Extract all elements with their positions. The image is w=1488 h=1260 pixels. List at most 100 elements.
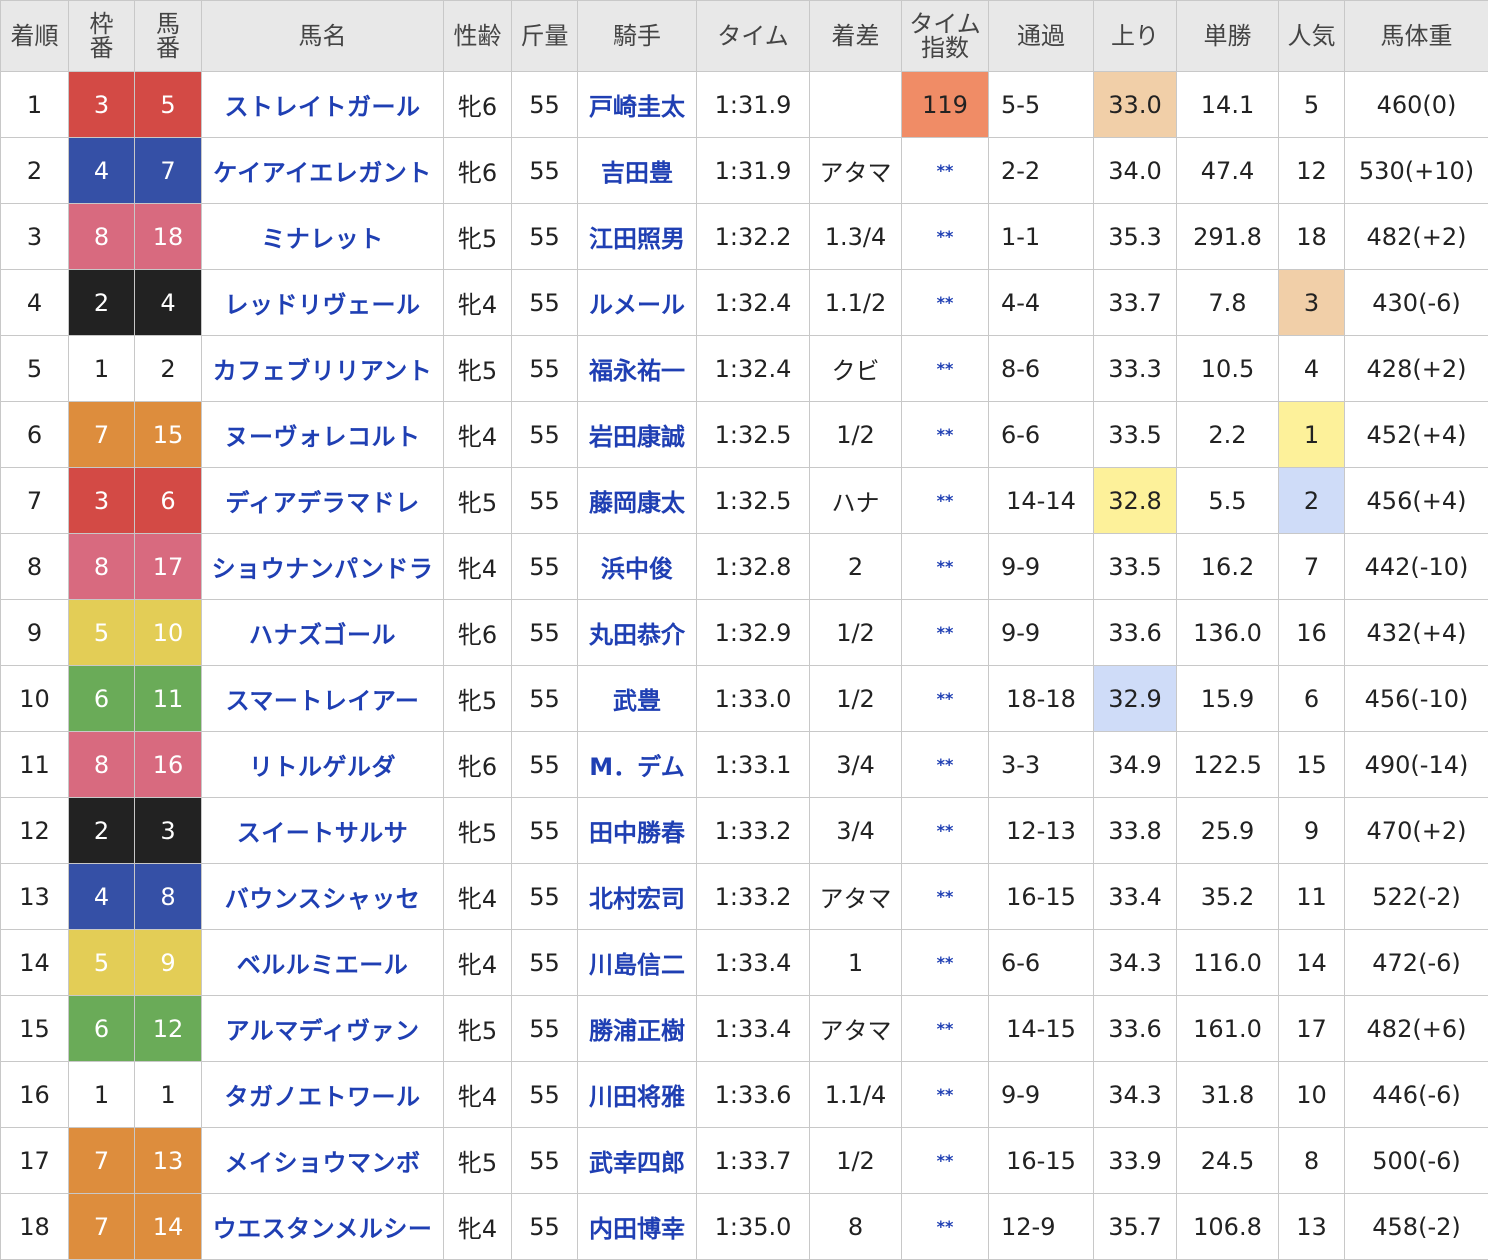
cell-passing: 18-18 xyxy=(988,665,1094,732)
cell-rank: 17 xyxy=(0,1127,69,1194)
cell-body: 430(-6) xyxy=(1344,269,1488,336)
cell-margin: 3/4 xyxy=(809,797,902,864)
cell-horse[interactable]: ヌーヴォレコルト xyxy=(201,401,444,468)
cell-body: 446(-6) xyxy=(1344,1061,1488,1128)
cell-margin: 3/4 xyxy=(809,731,902,798)
cell-jockey[interactable]: 江田照男 xyxy=(577,203,697,270)
cell-time: 1:33.1 xyxy=(696,731,810,798)
cell-jockey[interactable]: 浜中俊 xyxy=(577,533,697,600)
cell-jockey[interactable]: 武幸四郎 xyxy=(577,1127,697,1194)
cell-rank: 12 xyxy=(0,797,69,864)
cell-passing: 16-15 xyxy=(988,863,1094,930)
cell-pop: 7 xyxy=(1278,533,1345,600)
cell-rank: 8 xyxy=(0,533,69,600)
cell-horse[interactable]: レッドリヴェール xyxy=(201,269,444,336)
cell-horse[interactable]: ハナズゴール xyxy=(201,599,444,666)
cell-horse[interactable]: ストレイトガール xyxy=(201,71,444,138)
cell-horse[interactable]: ディアデラマドレ xyxy=(201,467,444,534)
cell-horse[interactable]: ショウナンパンドラ xyxy=(201,533,444,600)
cell-sexage: 牝6 xyxy=(443,71,512,138)
cell-waku: 6 xyxy=(68,665,135,732)
cell-umaban: 6 xyxy=(134,467,202,534)
cell-sexage: 牝5 xyxy=(443,203,512,270)
cell-horse[interactable]: スマートレイアー xyxy=(201,665,444,732)
cell-agari: 33.0 xyxy=(1093,71,1177,138)
cell-index: ** xyxy=(901,1193,989,1260)
cell-margin: 1 xyxy=(809,929,902,996)
cell-margin: 1/2 xyxy=(809,1127,902,1194)
cell-jockey[interactable]: 戸崎圭太 xyxy=(577,71,697,138)
table-header: 着順枠番馬番馬名 性齢 斤量 騎手 タイム 着差 タイム 指数 通過 上り 単勝 人気 馬体重 xyxy=(0,0,1488,72)
cell-margin: 1.1/4 xyxy=(809,1061,902,1128)
cell-jockey[interactable]: 勝浦正樹 xyxy=(577,995,697,1062)
header-pop-text: 人気 xyxy=(1287,22,1336,50)
cell-waku: 7 xyxy=(68,1127,135,1194)
cell-agari: 33.9 xyxy=(1093,1127,1177,1194)
table-row: 15 6 12 アルマディヴァン 牝5 55 勝浦正樹 1:33.4 アタマ ** 14-15 33.… xyxy=(0,995,1488,1062)
cell-jockey[interactable]: 内田博幸 xyxy=(577,1193,697,1260)
cell-horse[interactable]: ミナレット xyxy=(201,203,444,270)
cell-body: 522(-2) xyxy=(1344,863,1488,930)
cell-index: ** xyxy=(901,797,989,864)
header-horse-text: 馬名 xyxy=(298,22,347,50)
cell-agari: 34.0 xyxy=(1093,137,1177,204)
cell-agari: 32.9 xyxy=(1093,665,1177,732)
cell-rank: 4 xyxy=(0,269,69,336)
cell-index: ** xyxy=(901,137,989,204)
cell-jockey[interactable]: 藤岡康太 xyxy=(577,467,697,534)
header-waku-text: 番 xyxy=(89,34,114,62)
cell-pop: 6 xyxy=(1278,665,1345,732)
cell-waku: 3 xyxy=(68,467,135,534)
header-body-text: 馬体重 xyxy=(1380,22,1453,50)
cell-rank: 18 xyxy=(0,1193,69,1260)
cell-margin xyxy=(809,71,902,138)
cell-horse[interactable]: ベルルミエール xyxy=(201,929,444,996)
table-body: 1 3 5 ストレイトガール 牝6 55 戸崎圭太 1:31.9 119 5-5 33.0 14.1 5… xyxy=(0,71,1488,1260)
cell-jockey[interactable]: M．デム xyxy=(577,731,697,798)
cell-weight: 55 xyxy=(511,797,578,864)
cell-horse[interactable]: リトルゲルダ xyxy=(201,731,444,798)
cell-jockey[interactable]: 田中勝春 xyxy=(577,797,697,864)
cell-horse[interactable]: スイートサルサ xyxy=(201,797,444,864)
cell-passing: 9-9 xyxy=(988,533,1094,600)
cell-weight: 55 xyxy=(511,995,578,1062)
cell-time: 1:33.4 xyxy=(696,995,810,1062)
cell-horse[interactable]: メイショウマンボ xyxy=(201,1127,444,1194)
cell-horse[interactable]: バウンスシャッセ xyxy=(201,863,444,930)
cell-weight: 55 xyxy=(511,1193,578,1260)
cell-jockey[interactable]: 川田将雅 xyxy=(577,1061,697,1128)
header-agari: 上り xyxy=(1093,0,1177,72)
cell-rank: 7 xyxy=(0,467,69,534)
cell-horse[interactable]: ウエスタンメルシー xyxy=(201,1193,444,1260)
cell-jockey[interactable]: ルメール xyxy=(577,269,697,336)
cell-weight: 55 xyxy=(511,1061,578,1128)
cell-body: 456(-10) xyxy=(1344,665,1488,732)
cell-index: ** xyxy=(901,995,989,1062)
cell-jockey[interactable]: 岩田康誠 xyxy=(577,401,697,468)
cell-sexage: 牝4 xyxy=(443,863,512,930)
cell-body: 460(0) xyxy=(1344,71,1488,138)
cell-jockey[interactable]: 福永祐一 xyxy=(577,335,697,402)
cell-body: 482(+6) xyxy=(1344,995,1488,1062)
cell-jockey[interactable]: 川島信二 xyxy=(577,929,697,996)
cell-passing: 16-15 xyxy=(988,1127,1094,1194)
cell-time: 1:33.7 xyxy=(696,1127,810,1194)
cell-waku: 4 xyxy=(68,863,135,930)
table-row: 18 7 14 ウエスタンメルシー 牝4 55 内田博幸 1:35.0 8 ** 12-9 35.7 1… xyxy=(0,1193,1488,1260)
cell-jockey[interactable]: 北村宏司 xyxy=(577,863,697,930)
cell-horse[interactable]: ケイアイエレガント xyxy=(201,137,444,204)
cell-horse[interactable]: カフェブリリアント xyxy=(201,335,444,402)
cell-sexage: 牝6 xyxy=(443,599,512,666)
cell-sexage: 牝5 xyxy=(443,995,512,1062)
cell-weight: 55 xyxy=(511,137,578,204)
cell-horse[interactable]: アルマディヴァン xyxy=(201,995,444,1062)
cell-jockey[interactable]: 武豊 xyxy=(577,665,697,732)
header-agari-text: 上り xyxy=(1111,22,1159,50)
cell-jockey[interactable]: 吉田豊 xyxy=(577,137,697,204)
cell-sexage: 牝5 xyxy=(443,335,512,402)
cell-passing: 8-6 xyxy=(988,335,1094,402)
cell-jockey[interactable]: 丸田恭介 xyxy=(577,599,697,666)
cell-margin: 1.3/4 xyxy=(809,203,902,270)
cell-passing: 14-14 xyxy=(988,467,1094,534)
cell-horse[interactable]: タガノエトワール xyxy=(201,1061,444,1128)
